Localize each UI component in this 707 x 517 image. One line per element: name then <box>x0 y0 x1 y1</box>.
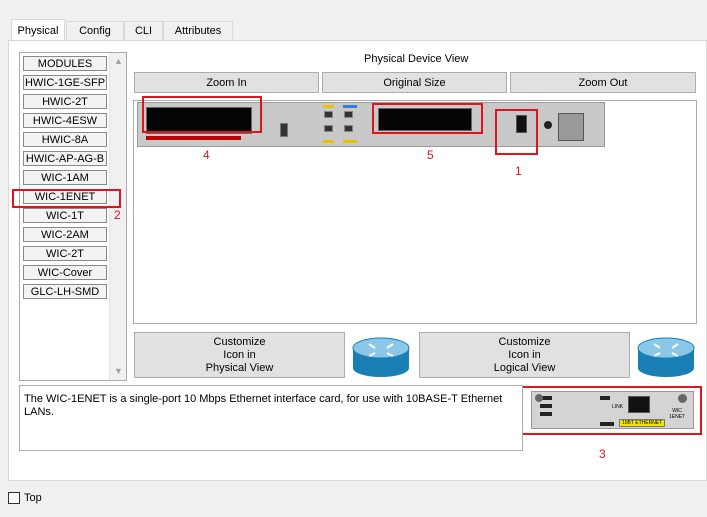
annotation-number-3: 3 <box>599 447 606 461</box>
module-item-hwic-2t[interactable]: HWIC-2T <box>23 94 107 109</box>
original-size-button[interactable]: Original Size <box>322 72 507 93</box>
tab-label: Config <box>79 25 111 37</box>
module-item-wic-1am[interactable]: WIC-1AM <box>23 170 107 185</box>
customize-physical-icon-button[interactable]: Customize Icon in Physical View <box>134 332 345 378</box>
ethernet-port <box>344 125 353 132</box>
port-label-yellow <box>323 105 334 108</box>
button-text: Icon in <box>508 348 541 361</box>
tab-cli[interactable]: CLI <box>124 21 163 40</box>
usb-port <box>280 123 288 137</box>
ethernet-port <box>344 111 353 118</box>
module-item-hwic-4esw[interactable]: HWIC-4ESW <box>23 113 107 128</box>
port-label: 10BT ETHERNET <box>619 419 666 427</box>
tab-label: Physical <box>17 24 59 37</box>
button-text: Icon in <box>223 348 256 361</box>
module-item-glc-lh-smd[interactable]: GLC-LH-SMD <box>23 284 107 299</box>
screw-icon <box>678 394 687 403</box>
scroll-down-icon[interactable]: ▼ <box>114 367 123 376</box>
annotation-box-1 <box>495 109 538 155</box>
annotation-box-4 <box>142 96 262 133</box>
ethernet-port <box>324 111 333 118</box>
port-label-yellow <box>343 140 357 143</box>
module-item-modules[interactable]: MODULES <box>23 56 107 71</box>
module-item-wic-2am[interactable]: WIC-2AM <box>23 227 107 242</box>
annotation-number-5: 5 <box>427 148 434 162</box>
link-label: LINK <box>612 404 624 410</box>
customize-logical-icon-button[interactable]: Customize Icon in Logical View <box>419 332 630 378</box>
annotation-box-2 <box>12 189 121 208</box>
module-item-hwic-8a[interactable]: HWIC-8A <box>23 132 107 147</box>
button-text: Customize <box>498 335 551 348</box>
module-item-wic-cover[interactable]: WIC-Cover <box>23 265 107 280</box>
top-checkbox[interactable] <box>8 492 20 504</box>
card-label: WIC 1ENET <box>669 408 685 420</box>
module-item-hwic-ap-ag-b[interactable]: HWIC-AP-AG-B <box>23 151 107 166</box>
card-label-line: 1ENET <box>669 414 686 420</box>
led-slot <box>540 404 552 408</box>
led-slot <box>600 422 614 426</box>
module-list[interactable]: MODULES HWIC-1GE-SFP HWIC-2T HWIC-4ESW H… <box>19 52 127 381</box>
annotation-number-4: 4 <box>203 148 210 162</box>
module-item-wic-1t[interactable]: WIC-1T <box>23 208 107 223</box>
top-label: Top <box>24 492 42 504</box>
router-icon <box>352 337 410 377</box>
led-slot <box>600 396 610 400</box>
module-item-hwic-1ge-sfp[interactable]: HWIC-1GE-SFP <box>23 75 107 90</box>
ethernet-port <box>324 125 333 132</box>
ground-screw <box>544 121 552 129</box>
tab-label: Attributes <box>174 25 222 37</box>
tab-physical[interactable]: Physical <box>11 19 65 41</box>
module-item-wic-2t[interactable]: WIC-2T <box>23 246 107 261</box>
power-connector <box>558 113 584 141</box>
rj45-port <box>628 396 650 413</box>
annotation-number-1: 1 <box>515 164 522 178</box>
button-text: Logical View <box>493 361 556 374</box>
module-image-wic-1enet: LINK 10BT ETHERNET WIC 1ENET <box>531 391 694 429</box>
zoom-in-button[interactable]: Zoom In <box>134 72 319 93</box>
button-text: Physical View <box>205 361 274 374</box>
led-slot <box>540 412 552 416</box>
tab-attributes[interactable]: Attributes <box>163 21 233 40</box>
annotation-number-2: 2 <box>114 208 121 222</box>
scroll-up-icon[interactable]: ▲ <box>114 57 123 66</box>
router-icon <box>637 337 695 377</box>
annotation-box-5 <box>372 103 483 134</box>
zoom-out-button[interactable]: Zoom Out <box>510 72 696 93</box>
view-title: Physical Device View <box>364 53 469 65</box>
tab-label: CLI <box>134 25 153 37</box>
tab-config[interactable]: Config <box>66 21 124 40</box>
screw-icon <box>535 394 543 402</box>
port-label-blue <box>343 105 357 108</box>
button-text: Customize <box>213 335 266 348</box>
module-description: The WIC-1ENET is a single-port 10 Mbps E… <box>19 385 523 451</box>
slot-stripe <box>146 136 241 140</box>
port-label-yellow <box>323 140 334 143</box>
